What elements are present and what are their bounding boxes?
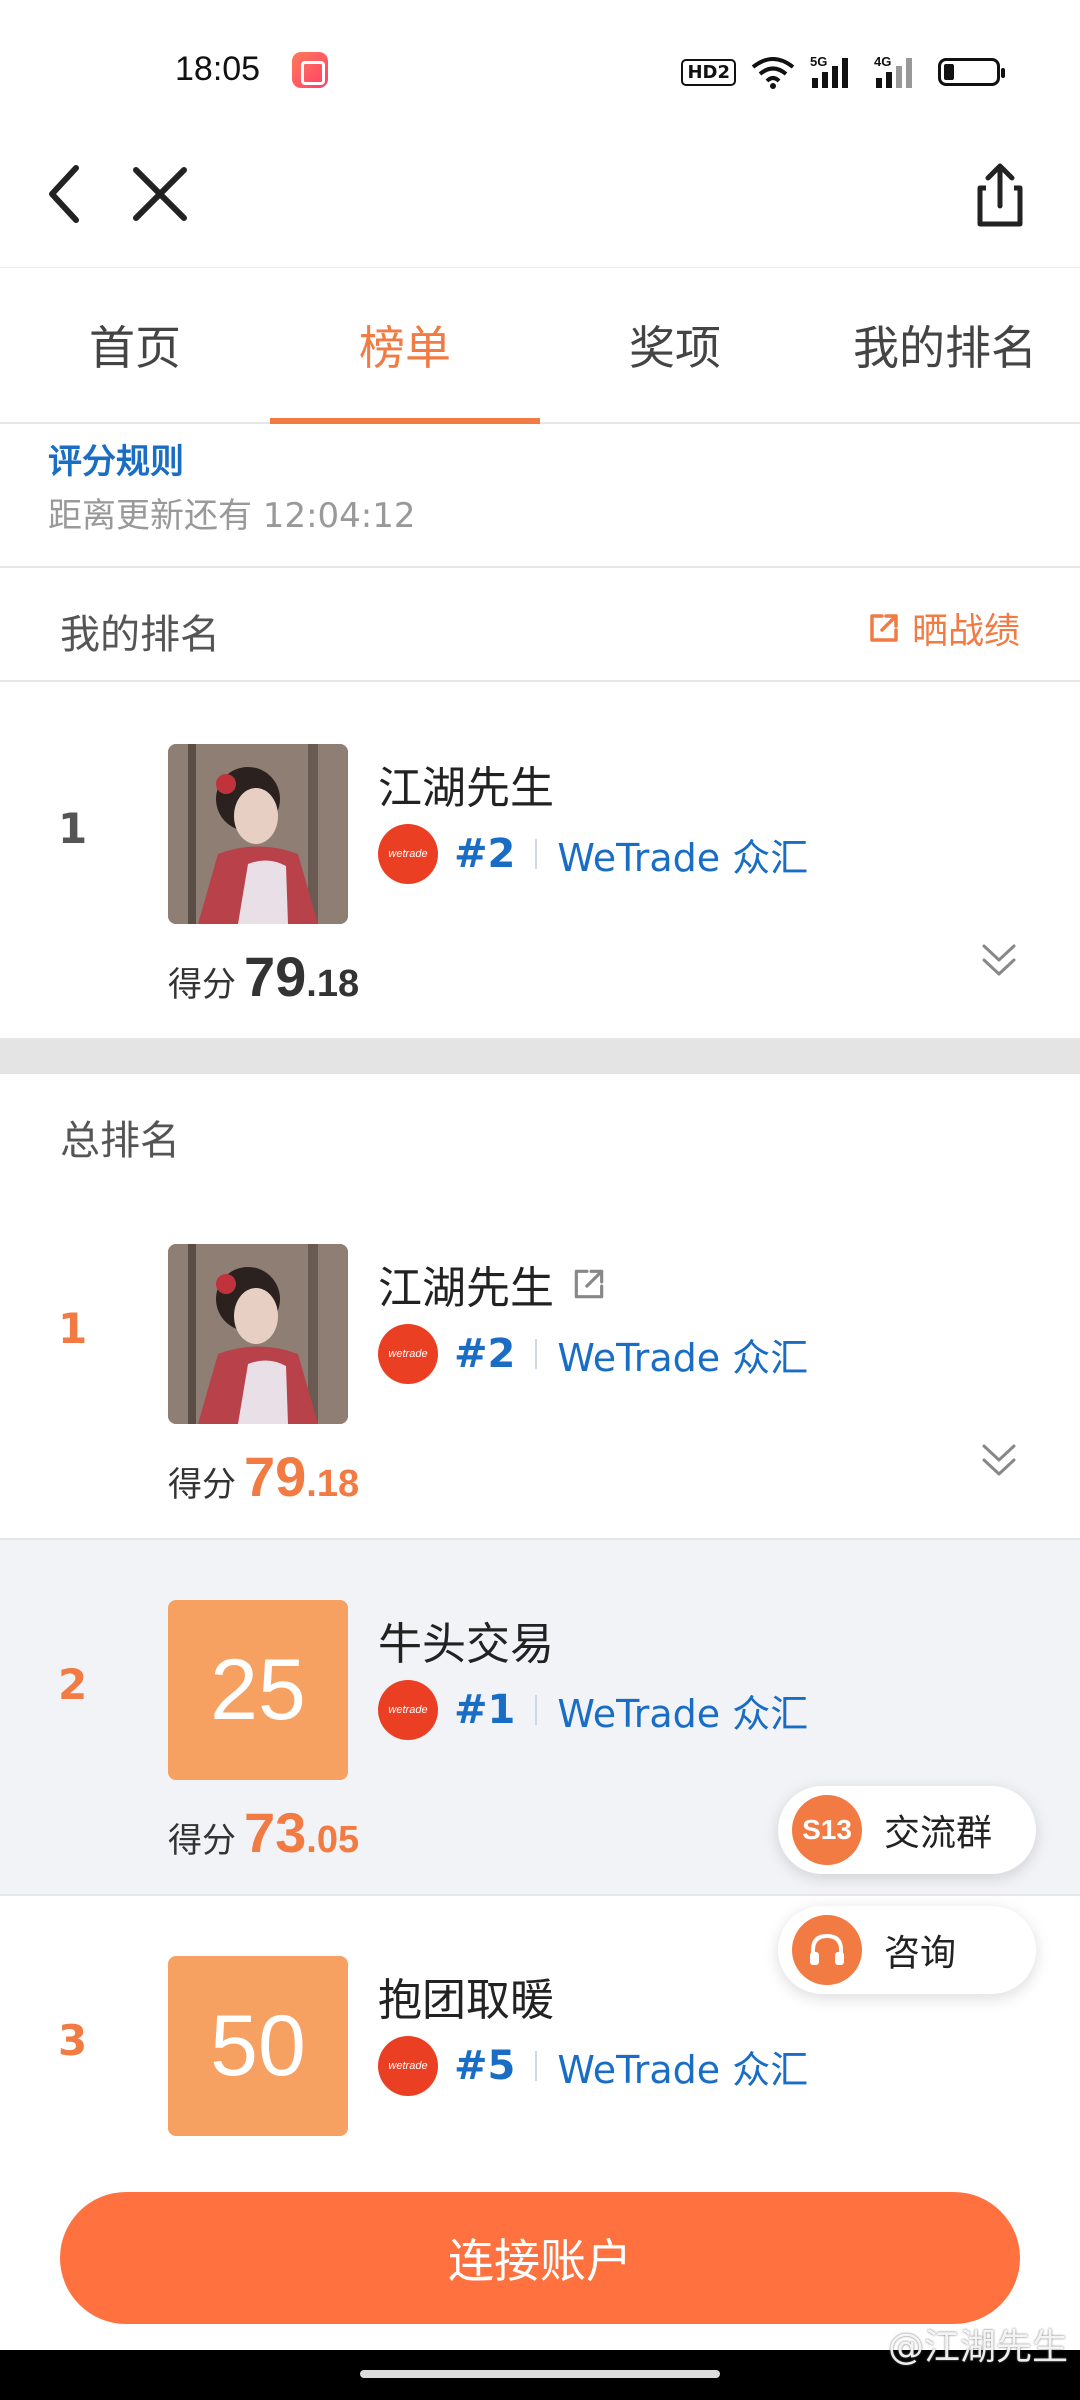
trader-name-text: 牛头交易 (378, 1619, 554, 1670)
trader-name: 江湖先生 (378, 1252, 608, 1316)
divider (535, 1339, 538, 1369)
broker-info: wetrade #1 WeTrade 众汇 (378, 1680, 808, 1740)
tab-awards[interactable]: 奖项 (540, 268, 810, 422)
back-icon[interactable] (36, 154, 116, 234)
rank-number: 3 (58, 2016, 88, 2065)
trader-name-text: 江湖先生 (378, 763, 554, 814)
section-title: 我的排名 (60, 612, 220, 658)
avatar (168, 744, 348, 924)
section-title: 总排名 (60, 1118, 180, 1164)
scoring-rules-link[interactable]: 评分规则 (48, 434, 184, 483)
overall-ranking-header: 总排名 (0, 1074, 1080, 1188)
tab-home[interactable]: 首页 (0, 268, 270, 422)
rank-number: 2 (58, 1660, 88, 1709)
status-icons: HD2 5G 4G (681, 54, 1005, 90)
my-ranking-header: 我的排名 晒战绩 (0, 568, 1080, 682)
score: 得分 79.18 (168, 1444, 359, 1509)
avatar: 50 (168, 1956, 348, 2136)
close-icon[interactable] (120, 154, 200, 234)
watermark: @江湖先生 (887, 2327, 1068, 2368)
my-ranking-row[interactable]: 1 江湖先生 wetrade #2 WeTrade 众汇 得分 79.18 (0, 684, 1080, 1040)
section-divider (0, 1040, 1080, 1074)
connect-account-button[interactable]: 连接账户 (60, 2192, 1020, 2324)
trader-name: 牛头交易 (378, 1608, 554, 1672)
score-decimal: .18 (306, 963, 360, 1005)
s13-icon: S13 (792, 1795, 862, 1865)
notification-app-icon (292, 52, 328, 88)
trader-name-text: 江湖先生 (378, 1263, 554, 1314)
share-results-label: 晒战绩 (911, 611, 1020, 652)
divider (535, 2051, 538, 2081)
signal-4g-label: 4G (874, 54, 891, 69)
score-label: 得分 (168, 1465, 236, 1505)
rank-number: 1 (58, 804, 88, 853)
broker-info: wetrade #2 WeTrade 众汇 (378, 824, 808, 884)
divider (535, 839, 538, 869)
score-label: 得分 (168, 1821, 236, 1861)
top-navigation (0, 140, 1080, 268)
score-label: 得分 (168, 965, 236, 1005)
broker-rank: #5 (454, 2043, 516, 2089)
wetrade-logo: wetrade (378, 2036, 438, 2096)
share-icon[interactable] (960, 154, 1040, 234)
external-link-icon (870, 614, 898, 642)
broker-name[interactable]: WeTrade 众汇 (557, 1683, 808, 1738)
trader-name: 江湖先生 (378, 752, 554, 816)
external-link-icon[interactable] (570, 1265, 608, 1303)
tab-bar: 首页 榜单 奖项 我的排名 (0, 268, 1080, 424)
community-group-label: 交流群 (884, 1813, 993, 1854)
avatar: 25 (168, 1600, 348, 1780)
update-countdown: 距离更新还有 12:04:12 (48, 496, 416, 536)
consult-label: 咨询 (884, 1933, 957, 1974)
rules-section: 评分规则 距离更新还有 12:04:12 (0, 426, 1080, 568)
home-gesture-handle[interactable] (360, 2370, 720, 2378)
community-group-button[interactable]: S13 交流群 (778, 1786, 1036, 1874)
status-bar: 18:05 HD2 5G 4G (0, 0, 1080, 140)
broker-info: wetrade #2 WeTrade 众汇 (378, 1324, 808, 1384)
signal-4g-icon: 4G (874, 54, 924, 90)
tab-my-ranking[interactable]: 我的排名 (810, 268, 1080, 422)
chevron-down-icon[interactable] (974, 934, 1024, 984)
broker-name[interactable]: WeTrade 众汇 (557, 827, 808, 882)
battery-icon (938, 58, 1005, 86)
score-integer: 79 (244, 945, 307, 1008)
wetrade-logo: wetrade (378, 824, 438, 884)
broker-name[interactable]: WeTrade 众汇 (557, 1327, 808, 1382)
trader-name: 抱团取暖 (378, 1964, 554, 2028)
score-integer: 73 (244, 1801, 307, 1864)
rank-number: 1 (58, 1304, 88, 1353)
share-results-button[interactable]: 晒战绩 (866, 602, 1020, 654)
chevron-down-icon[interactable] (974, 1434, 1024, 1484)
broker-rank: #2 (454, 1331, 516, 1377)
tab-leaderboard[interactable]: 榜单 (270, 268, 540, 424)
hd-voice-icon: HD2 (681, 58, 736, 86)
broker-rank: #1 (454, 1687, 516, 1733)
wetrade-logo: wetrade (378, 1324, 438, 1384)
score-integer: 79 (244, 1445, 307, 1508)
broker-rank: #2 (454, 831, 516, 877)
table-row[interactable]: 1 江湖先生 wetrade #2 WeTrade 众汇 得分 79.18 (0, 1184, 1080, 1540)
wifi-icon (750, 55, 796, 89)
broker-name[interactable]: WeTrade 众汇 (557, 2039, 808, 2094)
score-decimal: .18 (306, 1463, 360, 1505)
avatar (168, 1244, 348, 1424)
broker-info: wetrade #5 WeTrade 众汇 (378, 2036, 808, 2096)
trader-name-text: 抱团取暖 (378, 1975, 554, 2026)
signal-5g-icon: 5G (810, 54, 860, 90)
headset-icon (792, 1915, 862, 1985)
divider (535, 1695, 538, 1725)
score: 得分 79.18 (168, 944, 359, 1009)
score-decimal: .05 (306, 1819, 360, 1861)
consult-button[interactable]: 咨询 (778, 1906, 1036, 1994)
signal-5g-label: 5G (810, 54, 827, 69)
wetrade-logo: wetrade (378, 1680, 438, 1740)
score: 得分 73.05 (168, 1800, 359, 1865)
status-time: 18:05 (175, 50, 261, 88)
